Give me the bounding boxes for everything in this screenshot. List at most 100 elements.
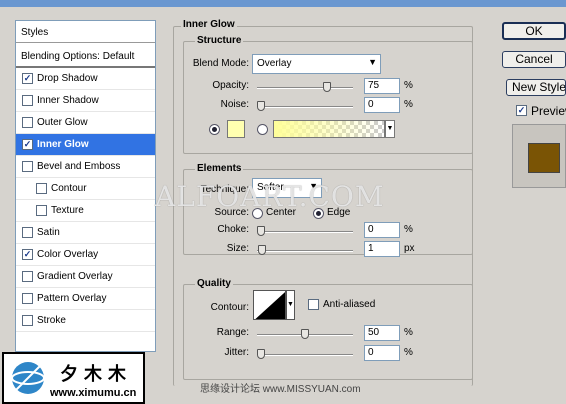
opacity-slider-track[interactable] bbox=[257, 87, 353, 89]
choke-slider-thumb[interactable] bbox=[257, 226, 265, 236]
opacity-slider-thumb[interactable] bbox=[323, 82, 331, 92]
style-item-satin[interactable]: Satin bbox=[16, 222, 155, 244]
choke-unit: % bbox=[404, 224, 413, 235]
glow-color-swatch[interactable] bbox=[227, 120, 245, 138]
range-unit: % bbox=[404, 327, 413, 338]
contour-curve-icon bbox=[255, 292, 285, 319]
style-item-checkbox[interactable] bbox=[22, 227, 33, 238]
blend-mode-value: Overlay bbox=[257, 58, 292, 69]
style-item-checkbox[interactable]: ✓ bbox=[22, 249, 33, 260]
style-item-checkbox[interactable]: ✓ bbox=[22, 73, 33, 84]
anti-aliased-label: Anti-aliased bbox=[323, 299, 376, 310]
cancel-button[interactable]: Cancel bbox=[502, 51, 566, 68]
style-item-pattern-overlay[interactable]: Pattern Overlay bbox=[16, 288, 155, 310]
style-item-label: Gradient Overlay bbox=[37, 271, 113, 282]
range-label: Range: bbox=[216, 327, 249, 338]
chevron-down-icon: ▼ bbox=[368, 57, 377, 67]
contour-dropdown-arrow-icon[interactable]: ▼ bbox=[286, 290, 295, 320]
noise-label: Noise: bbox=[220, 99, 249, 110]
noise-input[interactable]: 0 bbox=[364, 97, 400, 113]
style-item-label: Outer Glow bbox=[37, 117, 88, 128]
style-item-label: Texture bbox=[51, 205, 84, 216]
styles-list: ✓ Drop Shadow Inner Shadow Outer Glow ✓ Inner… bbox=[16, 68, 155, 332]
style-item-label: Drop Shadow bbox=[37, 73, 98, 84]
size-slider-thumb[interactable] bbox=[257, 245, 266, 255]
noise-slider-track[interactable] bbox=[257, 106, 353, 108]
styles-list-panel: Styles Blending Options: Default ✓ Drop S… bbox=[15, 20, 156, 352]
style-item-drop-shadow[interactable]: ✓ Drop Shadow bbox=[16, 68, 155, 90]
style-item-checkbox[interactable] bbox=[22, 293, 33, 304]
opacity-input[interactable]: 75 bbox=[364, 78, 400, 94]
range-slider-thumb[interactable] bbox=[301, 329, 309, 339]
style-item-checkbox[interactable]: ✓ bbox=[22, 139, 33, 150]
style-item-checkbox[interactable] bbox=[22, 271, 33, 282]
gradient-mode-radio[interactable] bbox=[257, 124, 268, 135]
style-item-texture[interactable]: Texture bbox=[16, 200, 155, 222]
style-item-checkbox[interactable] bbox=[22, 117, 33, 128]
style-item-gradient-overlay[interactable]: Gradient Overlay bbox=[16, 266, 155, 288]
opacity-label: Opacity: bbox=[212, 80, 249, 91]
style-item-label: Stroke bbox=[37, 315, 66, 326]
range-input[interactable]: 50 bbox=[364, 325, 400, 341]
style-item-color-overlay[interactable]: ✓ Color Overlay bbox=[16, 244, 155, 266]
inner-glow-title-overlay: Inner Glow bbox=[181, 19, 237, 30]
style-item-label: Color Overlay bbox=[37, 249, 99, 260]
style-item-label: Satin bbox=[37, 227, 60, 238]
noise-slider-thumb[interactable] bbox=[257, 101, 265, 111]
style-item-checkbox[interactable] bbox=[36, 205, 47, 216]
style-item-label: Pattern Overlay bbox=[37, 293, 107, 304]
size-label: Size: bbox=[226, 243, 249, 254]
window-top-strip bbox=[0, 0, 566, 7]
jitter-label: Jitter: bbox=[224, 347, 249, 358]
style-item-checkbox[interactable] bbox=[22, 95, 33, 106]
watermark-text: ALFOART.COM bbox=[155, 180, 385, 213]
style-item-label: Bevel and Emboss bbox=[37, 161, 121, 172]
contour-picker[interactable] bbox=[253, 290, 286, 320]
style-item-checkbox[interactable] bbox=[22, 161, 33, 172]
size-slider-track[interactable] bbox=[257, 250, 353, 252]
jitter-input[interactable]: 0 bbox=[364, 345, 400, 361]
style-item-checkbox[interactable] bbox=[36, 183, 47, 194]
style-item-label: Inner Shadow bbox=[37, 95, 99, 106]
preview-label: Preview bbox=[531, 104, 566, 118]
color-mode-radio[interactable] bbox=[209, 124, 220, 135]
new-style-button[interactable]: New Style bbox=[506, 79, 566, 96]
style-item-label: Inner Glow bbox=[37, 139, 89, 150]
choke-input[interactable]: 0 bbox=[364, 222, 400, 238]
style-item-outer-glow[interactable]: Outer Glow bbox=[16, 112, 155, 134]
style-item-contour[interactable]: Contour bbox=[16, 178, 155, 200]
style-item-inner-glow[interactable]: ✓ Inner Glow bbox=[16, 134, 155, 156]
elements-title: Elements bbox=[195, 163, 244, 174]
styles-header[interactable]: Styles bbox=[16, 21, 155, 43]
style-item-checkbox[interactable] bbox=[22, 315, 33, 326]
preview-box bbox=[512, 124, 566, 188]
ok-button[interactable]: OK bbox=[502, 22, 566, 40]
choke-label: Choke: bbox=[217, 224, 249, 235]
blend-mode-dropdown[interactable]: Overlay ▼ bbox=[252, 54, 381, 74]
structure-title: Structure bbox=[195, 35, 244, 46]
style-item-inner-shadow[interactable]: Inner Shadow bbox=[16, 90, 155, 112]
footer-credit: 思缘设计论坛 www.MISSYUAN.com bbox=[200, 384, 361, 395]
site-logo: 夕木木 www.ximumu.cn bbox=[2, 352, 145, 404]
jitter-slider-track[interactable] bbox=[257, 354, 353, 356]
glow-gradient-picker[interactable] bbox=[273, 120, 385, 138]
contour-label: Contour: bbox=[210, 302, 249, 313]
jitter-slider-thumb[interactable] bbox=[257, 349, 265, 359]
blending-options-item[interactable]: Blending Options: Default bbox=[16, 44, 155, 68]
anti-aliased-checkbox[interactable] bbox=[308, 299, 319, 310]
opacity-unit: % bbox=[404, 80, 413, 91]
style-item-bevel-and-emboss[interactable]: Bevel and Emboss bbox=[16, 156, 155, 178]
size-unit: px bbox=[404, 243, 415, 254]
size-input[interactable]: 1 bbox=[364, 241, 400, 257]
choke-slider-track[interactable] bbox=[257, 231, 353, 233]
globe-logo-icon bbox=[11, 362, 45, 394]
jitter-unit: % bbox=[404, 347, 413, 358]
noise-unit: % bbox=[404, 99, 413, 110]
logo-url: www.ximumu.cn bbox=[50, 387, 137, 399]
preview-checkbox[interactable]: ✓ bbox=[516, 105, 527, 116]
quality-title: Quality bbox=[195, 278, 233, 289]
style-item-stroke[interactable]: Stroke bbox=[16, 310, 155, 332]
gradient-dropdown-arrow-icon[interactable]: ▼ bbox=[385, 120, 395, 138]
preview-swatch bbox=[528, 143, 560, 173]
style-item-label: Contour bbox=[51, 183, 87, 194]
